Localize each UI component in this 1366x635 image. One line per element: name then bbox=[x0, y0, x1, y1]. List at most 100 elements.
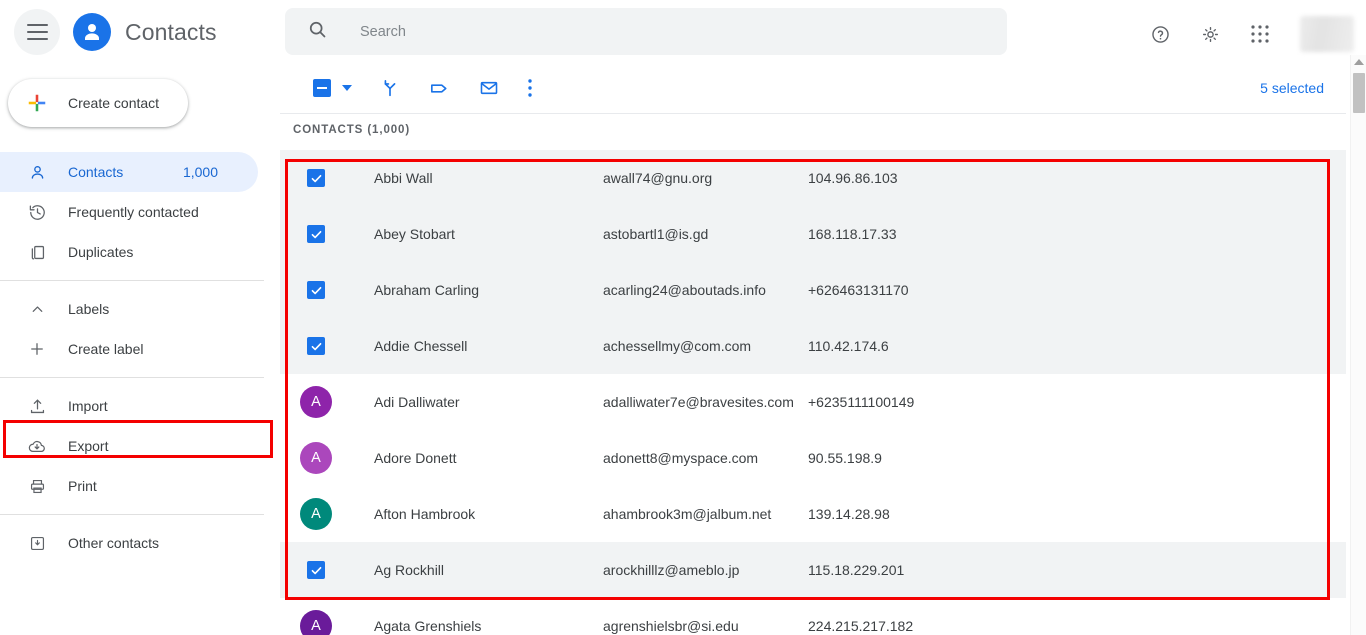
checkmark-icon bbox=[307, 281, 325, 299]
contact-name: Abey Stobart bbox=[374, 226, 603, 242]
row-checkbox-checked[interactable] bbox=[307, 337, 343, 355]
help-icon[interactable] bbox=[1144, 18, 1176, 50]
contact-email: arockhilllz@ameblo.jp bbox=[603, 562, 808, 578]
sidebar-item-labels[interactable]: Labels bbox=[0, 289, 280, 329]
contact-phone: 104.96.86.103 bbox=[808, 170, 898, 186]
contact-email: astobartl1@is.gd bbox=[603, 226, 808, 242]
sidebar-item-label: Labels bbox=[68, 301, 109, 317]
create-contact-button[interactable]: Create contact bbox=[8, 79, 188, 127]
contact-email: awall74@gnu.org bbox=[603, 170, 808, 186]
contact-email: adonett8@myspace.com bbox=[603, 450, 808, 466]
contact-email: agrenshielsbr@si.edu bbox=[603, 618, 808, 634]
scroll-up-arrow[interactable] bbox=[1354, 59, 1364, 65]
contact-phone: +626463131170 bbox=[808, 282, 909, 298]
row-avatar[interactable]: A bbox=[307, 386, 343, 418]
table-row[interactable]: A Adi Dalliwateradalliwater7e@bravesites.… bbox=[280, 374, 1346, 430]
contact-email: adalliwater7e@bravesites.com bbox=[603, 394, 808, 410]
contact-name: Adi Dalliwater bbox=[374, 394, 603, 410]
contact-name: Afton Hambrook bbox=[374, 506, 603, 522]
contact-name: Adore Donett bbox=[374, 450, 603, 466]
checkmark-icon bbox=[307, 169, 325, 187]
sidebar-item-export[interactable]: Export bbox=[0, 426, 280, 466]
sidebar-item-print[interactable]: Print bbox=[0, 466, 280, 506]
checkmark-icon bbox=[307, 561, 325, 579]
row-checkbox-checked[interactable] bbox=[307, 561, 343, 579]
google-plus-icon bbox=[26, 92, 48, 114]
chevron-down-icon[interactable] bbox=[342, 85, 352, 91]
table-row[interactable]: Abbi Wallawall74@gnu.org104.96.86.103 bbox=[280, 150, 1346, 206]
contact-phone: 90.55.198.9 bbox=[808, 450, 882, 466]
table-row[interactable]: Abey Stobartastobartl1@is.gd168.118.17.3… bbox=[280, 206, 1346, 262]
indeterminate-checkbox-icon bbox=[313, 79, 331, 97]
table-row[interactable]: Ag Rockhillarockhilllz@ameblo.jp115.18.2… bbox=[280, 542, 1346, 598]
sidebar-item-create-label[interactable]: Create label bbox=[0, 329, 280, 369]
toolbar-divider bbox=[280, 113, 1346, 114]
main-content: 5 selected CONTACTS (1,000) Abbi Wallawa… bbox=[280, 0, 1366, 635]
settings-gear-icon[interactable] bbox=[1194, 18, 1226, 50]
sidebar-item-contacts[interactable]: Contacts 1,000 bbox=[0, 152, 258, 192]
email-icon[interactable] bbox=[478, 77, 500, 99]
contact-email: acarling24@aboutads.info bbox=[603, 282, 808, 298]
sidebar-item-label: Export bbox=[68, 438, 108, 454]
history-icon bbox=[26, 203, 48, 222]
search-box[interactable] bbox=[285, 8, 1007, 55]
contact-email: achessellmy@com.com bbox=[603, 338, 808, 354]
row-avatar[interactable]: A bbox=[307, 498, 343, 530]
select-all-checkbox[interactable] bbox=[313, 79, 331, 97]
avatar: A bbox=[300, 498, 332, 530]
sidebar-item-import[interactable]: Import bbox=[0, 386, 280, 426]
avatar: A bbox=[300, 442, 332, 474]
avatar: A bbox=[300, 386, 332, 418]
header-icon-group bbox=[1144, 16, 1354, 52]
sidebar-nav: Contacts 1,000 Frequently contacted bbox=[0, 152, 280, 563]
archive-box-icon bbox=[26, 534, 48, 553]
row-avatar[interactable]: A bbox=[307, 442, 343, 474]
apps-grid-icon[interactable] bbox=[1244, 18, 1276, 50]
vertical-scrollbar[interactable] bbox=[1350, 55, 1366, 635]
merge-icon[interactable] bbox=[379, 77, 401, 99]
contact-email: ahambrook3m@jalbum.net bbox=[603, 506, 808, 522]
person-outline-icon bbox=[26, 163, 48, 182]
contacts-list: Abbi Wallawall74@gnu.org104.96.86.103Abe… bbox=[280, 150, 1346, 635]
contact-name: Ag Rockhill bbox=[374, 562, 603, 578]
selected-count-label[interactable]: 5 selected bbox=[1260, 80, 1324, 96]
sidebar-divider-3 bbox=[0, 514, 264, 515]
brand-bar: Contacts bbox=[0, 0, 280, 64]
search-input[interactable] bbox=[360, 24, 960, 40]
sidebar-item-label: Contacts bbox=[68, 164, 123, 180]
row-checkbox-checked[interactable] bbox=[307, 225, 343, 243]
plus-icon bbox=[26, 340, 48, 358]
contact-name: Abbi Wall bbox=[374, 170, 603, 186]
table-row[interactable]: AAgata Grenshielsagrenshielsbr@si.edu224… bbox=[280, 598, 1346, 635]
cloud-download-icon bbox=[26, 436, 48, 456]
contact-phone: 110.42.174.6 bbox=[808, 338, 889, 354]
scrollbar-thumb[interactable] bbox=[1353, 73, 1365, 113]
sidebar-item-label: Print bbox=[68, 478, 97, 494]
hamburger-icon[interactable] bbox=[14, 9, 60, 55]
contact-name: Addie Chessell bbox=[374, 338, 603, 354]
sidebar-item-label: Duplicates bbox=[68, 244, 133, 260]
table-row[interactable]: Addie Chessellachessellmy@com.com110.42.… bbox=[280, 318, 1346, 374]
contact-phone: 168.118.17.33 bbox=[808, 226, 897, 242]
contacts-count: 1,000 bbox=[183, 164, 218, 180]
table-row[interactable]: Abraham Carlingacarling24@aboutads.info+… bbox=[280, 262, 1346, 318]
contact-name: Abraham Carling bbox=[374, 282, 603, 298]
sidebar-item-label: Create label bbox=[68, 341, 144, 357]
sidebar-item-label: Import bbox=[68, 398, 108, 414]
more-options-icon[interactable] bbox=[527, 77, 533, 99]
account-avatar[interactable] bbox=[1300, 16, 1354, 52]
sidebar-item-other-contacts[interactable]: Other contacts bbox=[0, 523, 280, 563]
table-row[interactable]: A Afton Hambrookahambrook3m@jalbum.net139… bbox=[280, 486, 1346, 542]
sidebar-item-frequently-contacted[interactable]: Frequently contacted bbox=[0, 192, 280, 232]
label-tag-icon[interactable] bbox=[428, 77, 451, 100]
row-checkbox-checked[interactable] bbox=[307, 281, 343, 299]
contact-phone: +6235111100149 bbox=[808, 394, 914, 410]
contact-phone: 139.14.28.98 bbox=[808, 506, 890, 522]
row-avatar[interactable]: A bbox=[307, 610, 343, 635]
sidebar-item-duplicates[interactable]: Duplicates bbox=[0, 232, 280, 272]
table-row[interactable]: A Adore Donettadonett8@myspace.com90.55.1… bbox=[280, 430, 1346, 486]
contacts-section-header: CONTACTS (1,000) bbox=[280, 114, 1366, 146]
page-title: Contacts bbox=[125, 19, 217, 46]
upload-icon bbox=[26, 397, 48, 416]
row-checkbox-checked[interactable] bbox=[307, 169, 343, 187]
